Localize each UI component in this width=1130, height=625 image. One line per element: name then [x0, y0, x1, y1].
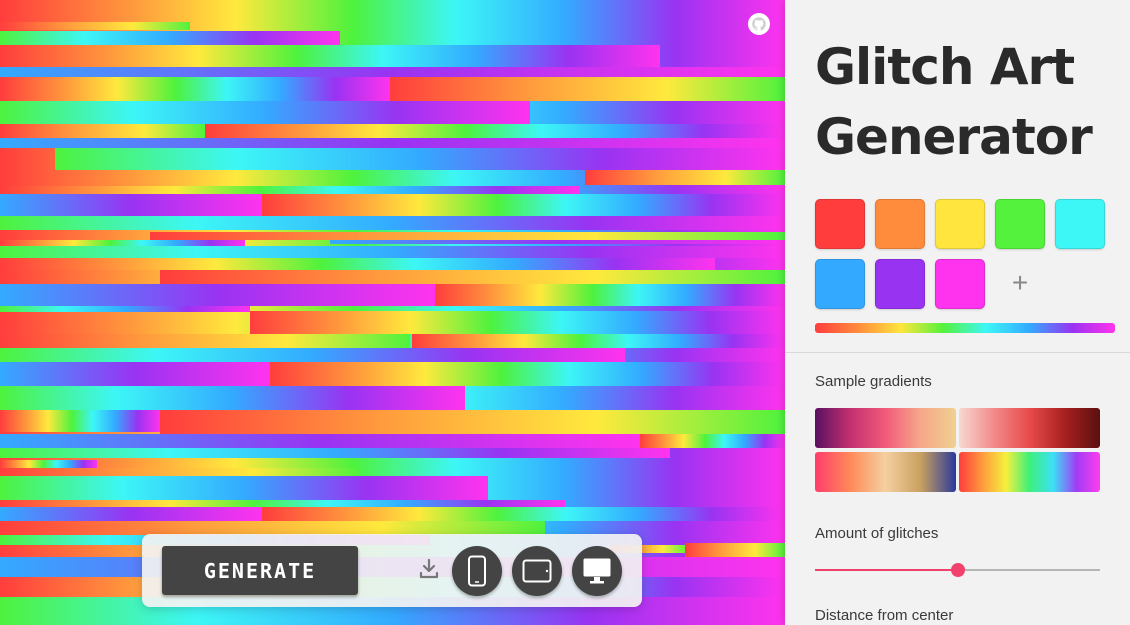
- divider: [785, 352, 1130, 353]
- glitch-stripe: [0, 448, 670, 458]
- glitch-stripe: [0, 138, 785, 148]
- glitch-stripe: [0, 216, 785, 230]
- glitch-stripe: [205, 124, 785, 138]
- glitch-stripe: [0, 386, 465, 410]
- glitch-stripe: [0, 45, 660, 67]
- glitch-stripe: [0, 258, 715, 270]
- glitch-stripe: [0, 460, 97, 468]
- github-icon[interactable]: [747, 12, 771, 36]
- control-bar: GENERATE: [142, 534, 642, 607]
- color-swatch[interactable]: [875, 199, 925, 249]
- color-swatch[interactable]: [935, 199, 985, 249]
- glitch-stripe: [412, 334, 785, 348]
- slider-fill: [815, 569, 958, 571]
- glitch-stripe: [0, 101, 530, 124]
- current-gradient-preview: [815, 323, 1115, 333]
- color-swatch[interactable]: [935, 259, 985, 309]
- glitch-stripe: [585, 170, 785, 185]
- glitch-stripe: [390, 77, 785, 101]
- phone-icon: [468, 555, 486, 587]
- glitch-stripe: [160, 410, 785, 434]
- glitch-stripe: [0, 22, 190, 30]
- glitch-stripe: [0, 306, 250, 312]
- glitch-stripe: [0, 240, 245, 246]
- download-icon[interactable]: [418, 557, 440, 581]
- color-swatch[interactable]: [815, 259, 865, 309]
- glitch-art-canvas: [0, 0, 785, 625]
- page-title: Glitch Art Generator: [815, 38, 1093, 166]
- color-swatch[interactable]: [995, 199, 1045, 249]
- glitch-stripe: [0, 31, 340, 45]
- glitch-stripe: [0, 362, 270, 386]
- glitch-stripe: [0, 434, 640, 448]
- glitch-stripe: [0, 124, 205, 138]
- glitch-art-image: [0, 0, 785, 625]
- monitor-icon: [583, 558, 611, 584]
- add-color-button[interactable]: +: [1005, 268, 1035, 298]
- glitch-stripe: [0, 507, 262, 521]
- glitch-stripe: [0, 468, 360, 476]
- glitch-stripe: [270, 362, 785, 386]
- glitch-stripe: [435, 284, 785, 306]
- glitch-stripe: [0, 410, 160, 432]
- app: GENERATE Glitch Art Generator + Sample g…: [0, 0, 1130, 625]
- slider-track-rest: [958, 569, 1100, 571]
- tablet-icon: [522, 559, 552, 583]
- glitch-stripe: [0, 67, 785, 77]
- glitch-stripe: [330, 240, 785, 244]
- glitch-amount-label: Amount of glitches: [815, 525, 939, 542]
- color-swatch[interactable]: [875, 259, 925, 309]
- glitch-amount-slider[interactable]: [815, 563, 1100, 577]
- sample-gradient-swatch[interactable]: [815, 408, 956, 448]
- glitch-stripe: [0, 476, 488, 500]
- glitch-stripe: [0, 348, 625, 362]
- glitch-stripe: [640, 434, 785, 448]
- tablet-size-button[interactable]: [512, 546, 562, 596]
- glitch-stripe: [160, 270, 785, 284]
- glitch-stripe: [0, 334, 410, 348]
- glitch-stripe: [0, 186, 580, 194]
- glitch-stripe: [0, 284, 435, 306]
- glitch-stripe: [262, 194, 785, 216]
- glitch-stripe: [55, 148, 785, 170]
- desktop-size-button[interactable]: [572, 546, 622, 596]
- color-swatch[interactable]: [1055, 199, 1105, 249]
- glitch-stripe: [262, 507, 785, 521]
- distance-label: Distance from center: [815, 607, 954, 624]
- sample-gradient-swatch[interactable]: [959, 452, 1100, 492]
- glitch-stripe: [250, 311, 785, 334]
- glitch-stripe: [0, 500, 565, 507]
- glitch-stripe: [0, 521, 545, 535]
- glitch-stripe: [0, 246, 785, 258]
- sample-gradient-swatch[interactable]: [815, 452, 956, 492]
- slider-thumb[interactable]: [951, 563, 965, 577]
- glitch-stripe: [685, 543, 785, 557]
- glitch-stripe: [150, 232, 785, 240]
- generate-button[interactable]: GENERATE: [162, 546, 358, 595]
- sample-gradients-label: Sample gradients: [815, 373, 932, 390]
- sample-gradient-swatch[interactable]: [959, 408, 1100, 448]
- color-swatch[interactable]: [815, 199, 865, 249]
- sidebar: Glitch Art Generator + Sample gradients …: [785, 0, 1130, 625]
- mobile-size-button[interactable]: [452, 546, 502, 596]
- glitch-stripe: [0, 194, 262, 216]
- glitch-stripe: [0, 77, 390, 101]
